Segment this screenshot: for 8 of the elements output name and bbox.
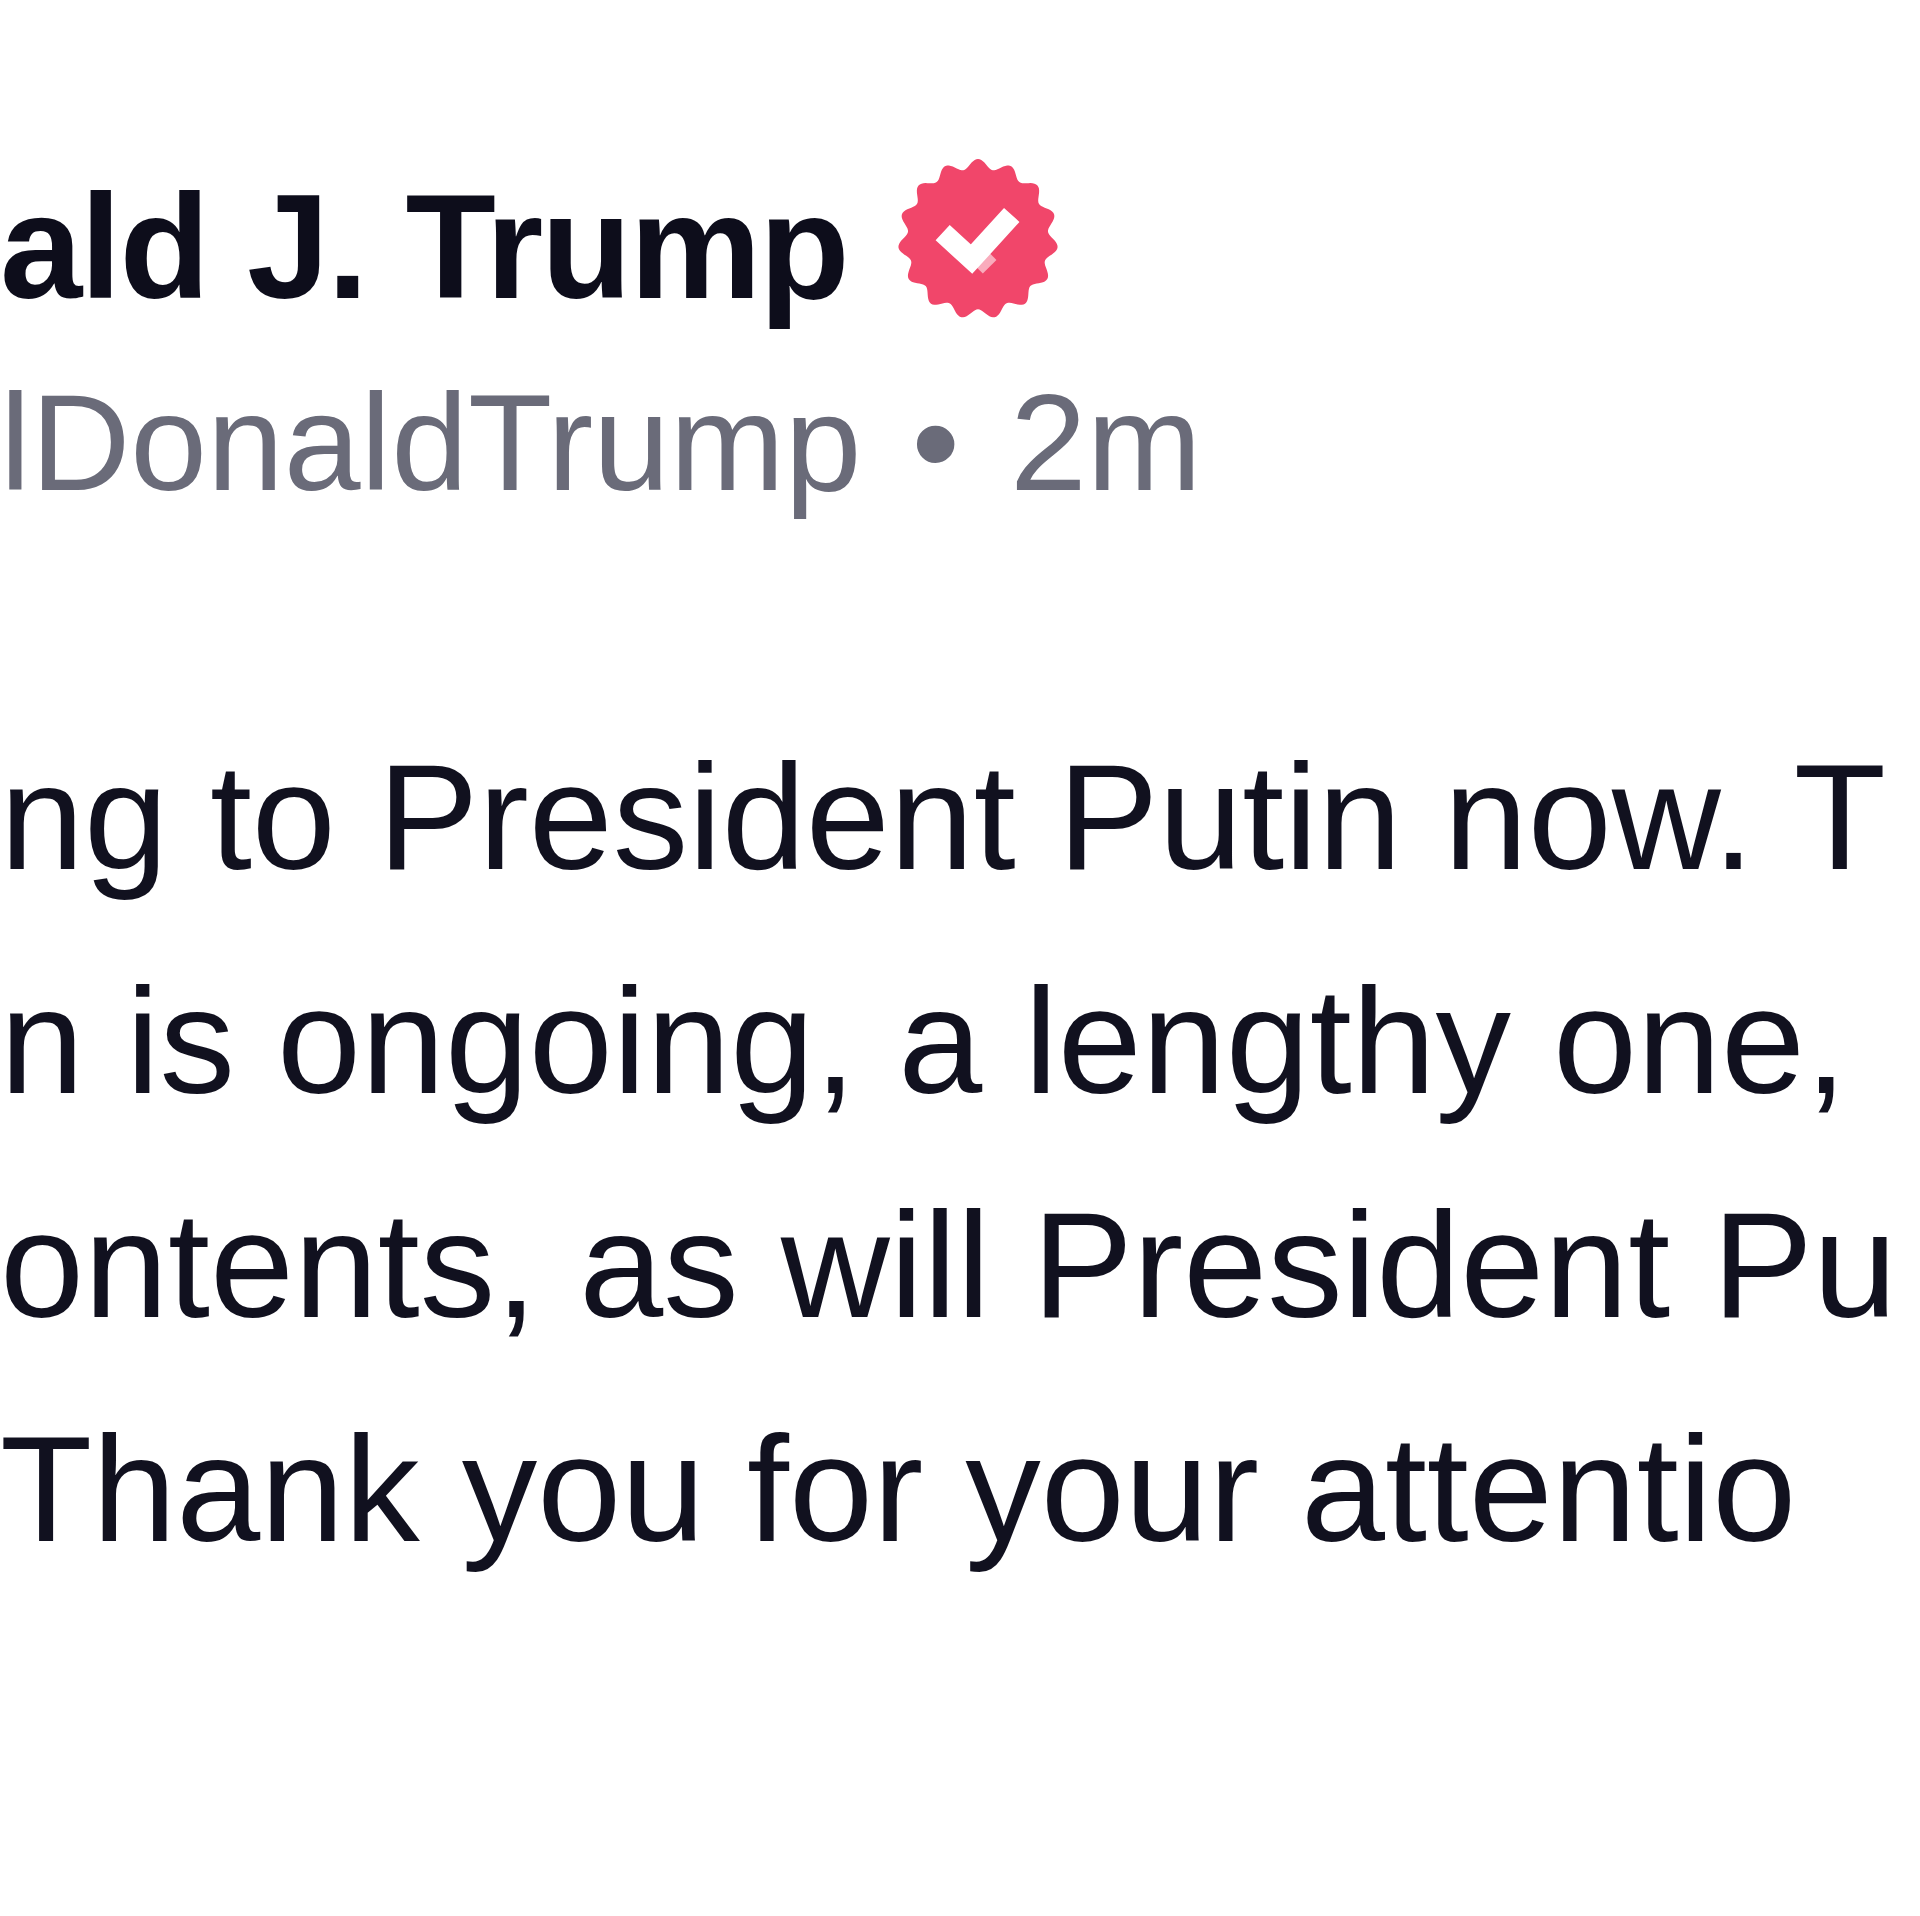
post-text-line: ontents, as will President Pu [0,1179,1898,1351]
post-text-line: ng to President Putin now. T [0,731,1887,903]
post-text-line: n is ongoing, a lengthy one, [0,955,1848,1127]
separator-dot: • [911,364,960,521]
post-time: 2m [1009,364,1202,521]
user-handle: lDonaldTrump [0,364,862,521]
author-name: ald J. Trump [0,163,848,331]
post-text-line: Thank you for your attentio [0,1403,1798,1575]
